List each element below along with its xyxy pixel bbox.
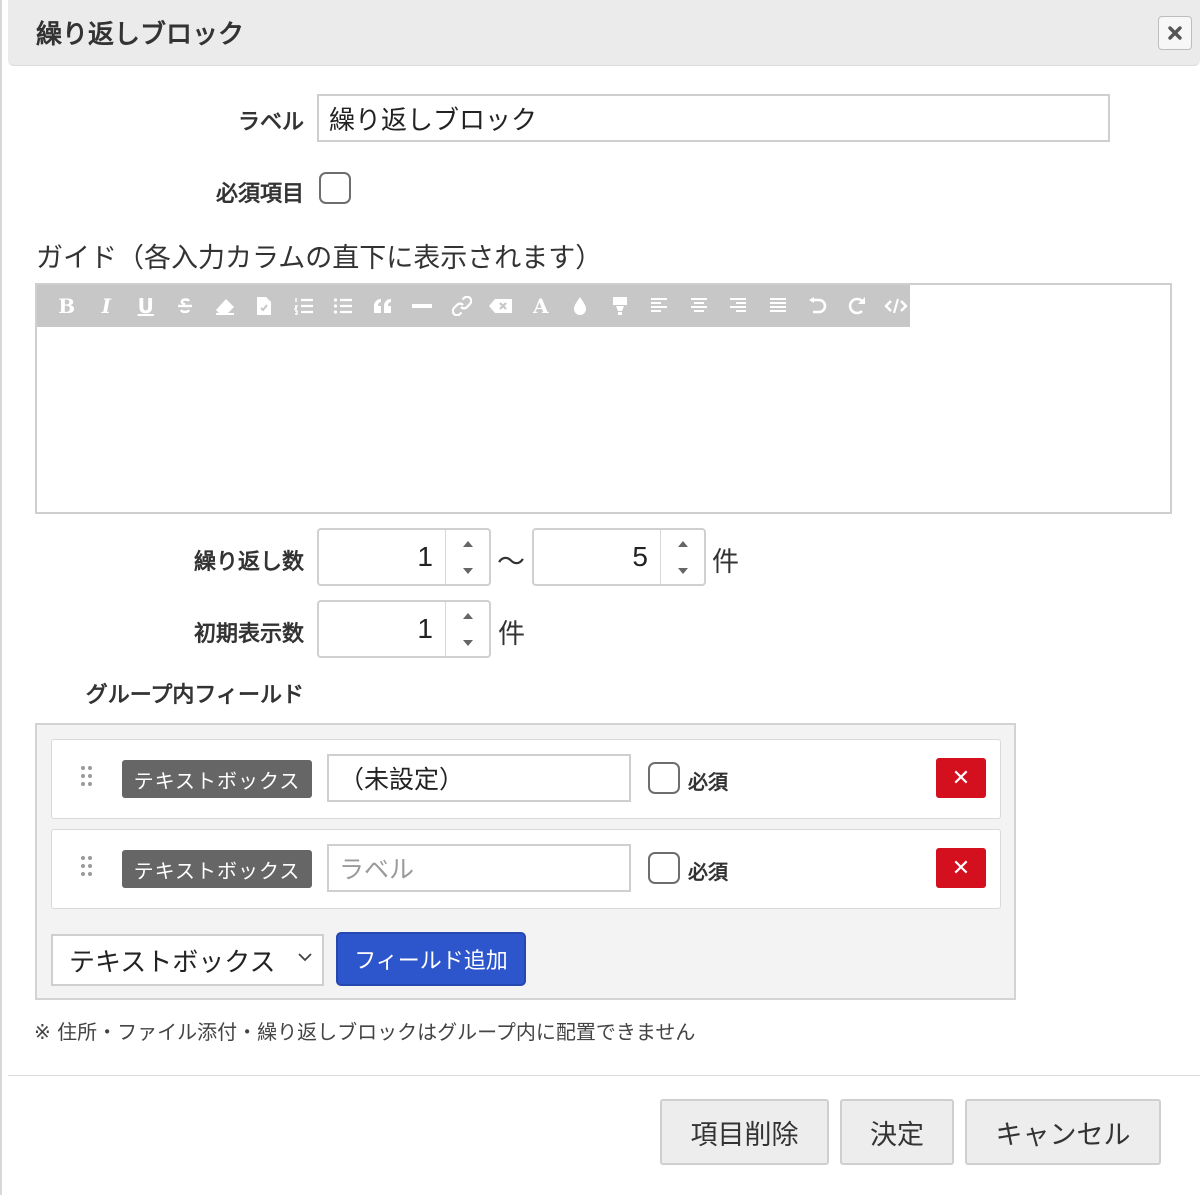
group-fields-label: グループ内フィールド: [85, 683, 304, 708]
font-color-icon[interactable]: A: [521, 285, 561, 327]
field-required-checkbox[interactable]: [648, 852, 680, 884]
highlighter-icon[interactable]: [600, 285, 640, 327]
field-label-input[interactable]: （未設定）: [327, 754, 631, 802]
repeat-min-stepper[interactable]: 1: [317, 528, 491, 586]
range-separator: 〜: [497, 545, 526, 578]
editor-toolbar: B I U A: [37, 285, 910, 327]
field-required-checkbox[interactable]: [648, 762, 680, 794]
delete-item-button[interactable]: 項目削除: [660, 1099, 829, 1165]
italic-icon[interactable]: I: [87, 285, 127, 327]
unordered-list-icon[interactable]: [324, 285, 364, 327]
footer-divider: [8, 1075, 1200, 1076]
close-icon: [1168, 26, 1182, 40]
background-color-icon[interactable]: [561, 285, 601, 327]
underline-icon[interactable]: U: [126, 285, 166, 327]
bold-icon[interactable]: B: [47, 285, 87, 327]
close-icon: ✕: [951, 765, 971, 791]
undo-icon[interactable]: [798, 285, 838, 327]
field-required-label: 必須: [688, 770, 728, 794]
field-type-badge: テキストボックス: [122, 850, 312, 888]
dialog-left-border: [0, 0, 2, 1195]
chevron-down-icon[interactable]: [446, 557, 489, 584]
label-field-label: ラベル: [237, 110, 304, 135]
strikethrough-icon[interactable]: [166, 285, 206, 327]
dialog-title: 繰り返しブロック: [36, 20, 245, 50]
close-button[interactable]: [1158, 16, 1192, 50]
field-label-input[interactable]: ラベル: [327, 844, 631, 892]
close-icon: ✕: [951, 855, 971, 881]
group-note: ※ 住所・ファイル添付・繰り返しブロックはグループ内に配置できません: [34, 1020, 696, 1044]
chevron-down-icon[interactable]: [446, 629, 489, 656]
initial-count-stepper[interactable]: 1: [317, 600, 491, 658]
repeat-count-label: 繰り返し数: [193, 550, 304, 575]
initial-unit: 件: [498, 619, 525, 650]
initial-count-value[interactable]: 1: [319, 602, 445, 656]
group-fields-panel: テキストボックス （未設定） 必須 ✕ テキストボックス ラベル 必須 ✕ テキ…: [35, 723, 1016, 1000]
chevron-up-icon[interactable]: [446, 530, 489, 557]
add-field-button[interactable]: フィールド追加: [336, 932, 526, 986]
field-type-select-value: テキストボックス: [69, 947, 276, 978]
ordered-list-icon[interactable]: [284, 285, 324, 327]
repeat-unit: 件: [712, 547, 739, 578]
align-justify-icon[interactable]: [758, 285, 798, 327]
link-icon[interactable]: [442, 285, 482, 327]
source-code-icon[interactable]: [877, 285, 917, 327]
required-checkbox[interactable]: [319, 172, 351, 204]
align-left-icon[interactable]: [640, 285, 680, 327]
field-row: テキストボックス （未設定） 必須 ✕: [51, 739, 1001, 819]
confirm-button[interactable]: 決定: [840, 1099, 954, 1165]
field-type-select[interactable]: テキストボックス: [51, 934, 324, 986]
align-right-icon[interactable]: [719, 285, 759, 327]
chevron-down-icon[interactable]: [661, 557, 704, 584]
repeat-min-value[interactable]: 1: [319, 530, 445, 584]
horizontal-rule-icon[interactable]: [403, 285, 443, 327]
field-row: テキストボックス ラベル 必須 ✕: [51, 829, 1001, 909]
repeat-max-stepper[interactable]: 5: [532, 528, 706, 586]
chevron-up-icon[interactable]: [446, 602, 489, 629]
eraser-icon[interactable]: [205, 285, 245, 327]
field-required-label: 必須: [688, 860, 728, 884]
guide-editor[interactable]: B I U A: [35, 283, 1172, 514]
align-center-icon[interactable]: [679, 285, 719, 327]
drag-handle-icon[interactable]: [80, 854, 94, 880]
quote-icon[interactable]: [363, 285, 403, 327]
field-delete-button[interactable]: ✕: [936, 758, 986, 798]
file-icon[interactable]: [245, 285, 285, 327]
dialog-header: 繰り返しブロック: [8, 0, 1200, 66]
field-delete-button[interactable]: ✕: [936, 848, 986, 888]
unlink-icon[interactable]: [482, 285, 522, 327]
label-input[interactable]: 繰り返しブロック: [317, 94, 1110, 142]
cancel-button[interactable]: キャンセル: [965, 1099, 1161, 1165]
guide-title: ガイド（各入力カラムの直下に表示されます）: [36, 243, 603, 274]
repeat-max-value[interactable]: 5: [534, 530, 660, 584]
chevron-up-icon[interactable]: [661, 530, 704, 557]
initial-count-label: 初期表示数: [193, 622, 304, 647]
drag-handle-icon[interactable]: [80, 764, 94, 790]
required-field-label: 必須項目: [215, 182, 304, 207]
redo-icon[interactable]: [837, 285, 877, 327]
field-type-badge: テキストボックス: [122, 760, 312, 798]
chevron-down-icon: [298, 953, 312, 962]
